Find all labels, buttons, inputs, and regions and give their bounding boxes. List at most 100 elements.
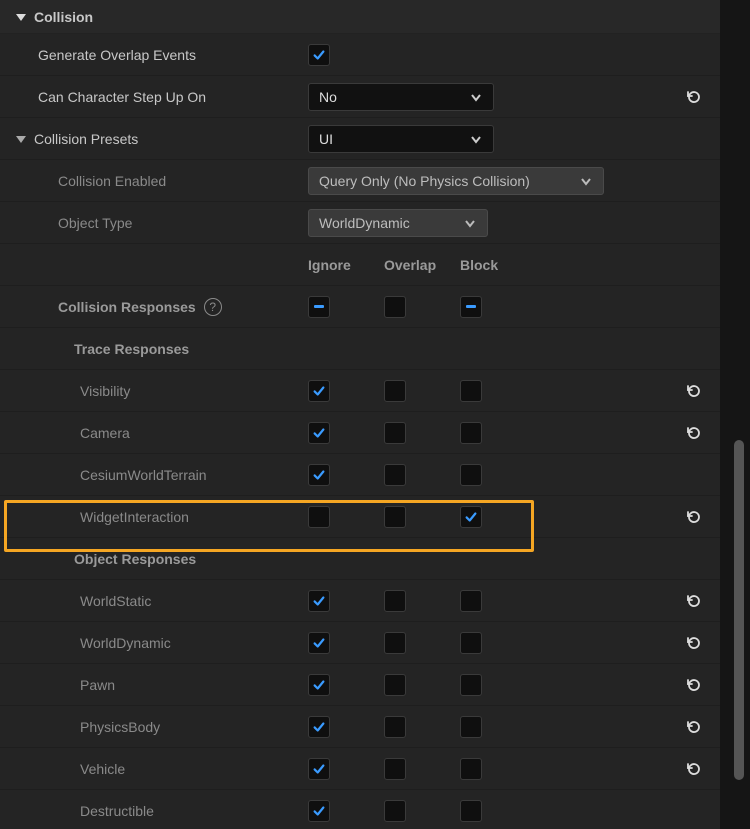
- checkbox-overlap[interactable]: [384, 674, 406, 696]
- col-header-overlap: Overlap: [384, 257, 460, 273]
- checkbox-overlap[interactable]: [384, 422, 406, 444]
- dropdown-object-type[interactable]: WorldDynamic: [308, 209, 488, 237]
- trace-response-label: Visibility: [80, 383, 130, 399]
- object-response-label: Pawn: [80, 677, 115, 693]
- dropdown-value: No: [319, 89, 337, 105]
- checkbox-ignore[interactable]: [308, 758, 330, 780]
- object-response-label: WorldStatic: [80, 593, 151, 609]
- triangle-down-icon: [14, 10, 28, 24]
- checkbox-block-all[interactable]: [460, 296, 482, 318]
- checkbox-block[interactable]: [460, 506, 482, 528]
- reset-button[interactable]: [684, 675, 704, 695]
- object-response-row: Pawn: [0, 664, 720, 706]
- object-response-label: PhysicsBody: [80, 719, 160, 735]
- checkbox-block[interactable]: [460, 464, 482, 486]
- object-response-label: Vehicle: [80, 761, 125, 777]
- checkbox-ignore[interactable]: [308, 590, 330, 612]
- chevron-down-icon: [469, 90, 483, 104]
- object-response-row: WorldDynamic: [0, 622, 720, 664]
- label-collision-responses: Collision Responses: [58, 299, 196, 315]
- object-response-label: WorldDynamic: [80, 635, 171, 651]
- checkbox-ignore-all[interactable]: [308, 296, 330, 318]
- checkbox-block[interactable]: [460, 380, 482, 402]
- section-header-collision[interactable]: Collision: [0, 0, 720, 34]
- checkbox-overlap[interactable]: [384, 800, 406, 822]
- dropdown-value: Query Only (No Physics Collision): [319, 173, 530, 189]
- checkbox-overlap[interactable]: [384, 590, 406, 612]
- checkbox-ignore[interactable]: [308, 674, 330, 696]
- checkbox-ignore[interactable]: [308, 716, 330, 738]
- object-response-row: WorldStatic: [0, 580, 720, 622]
- row-collision-responses: Collision Responses ?: [0, 286, 720, 328]
- checkbox-overlap[interactable]: [384, 380, 406, 402]
- label-collision-presets: Collision Presets: [34, 131, 138, 147]
- label-trace-responses: Trace Responses: [74, 341, 189, 357]
- scrollbar-thumb[interactable]: [734, 440, 744, 780]
- reset-button[interactable]: [684, 759, 704, 779]
- row-generate-overlap-events: Generate Overlap Events: [0, 34, 720, 76]
- checkbox-block[interactable]: [460, 632, 482, 654]
- reset-button-can-step-up[interactable]: [684, 87, 704, 107]
- col-header-ignore: Ignore: [308, 257, 384, 273]
- reset-button[interactable]: [684, 423, 704, 443]
- object-response-row: Destructible: [0, 790, 720, 829]
- object-response-row: Vehicle: [0, 748, 720, 790]
- checkbox-ignore[interactable]: [308, 422, 330, 444]
- object-response-label: Destructible: [80, 803, 154, 819]
- dropdown-value: WorldDynamic: [319, 215, 410, 231]
- row-collision-enabled: Collision Enabled Query Only (No Physics…: [0, 160, 720, 202]
- reset-button[interactable]: [684, 507, 704, 527]
- reset-button[interactable]: [684, 381, 704, 401]
- trace-response-row: WidgetInteraction: [0, 496, 720, 538]
- dropdown-value: UI: [319, 131, 333, 147]
- checkbox-overlap[interactable]: [384, 716, 406, 738]
- reset-button[interactable]: [684, 591, 704, 611]
- col-header-block: Block: [460, 257, 536, 273]
- trace-response-row: CesiumWorldTerrain: [0, 454, 720, 496]
- checkbox-ignore[interactable]: [308, 464, 330, 486]
- trace-response-label: WidgetInteraction: [80, 509, 189, 525]
- label-generate-overlap: Generate Overlap Events: [38, 47, 196, 63]
- label-collision-enabled: Collision Enabled: [58, 173, 166, 189]
- trace-response-label: Camera: [80, 425, 130, 441]
- trace-response-label: CesiumWorldTerrain: [80, 467, 207, 483]
- chevron-down-icon: [469, 132, 483, 146]
- checkbox-ignore[interactable]: [308, 506, 330, 528]
- checkbox-block[interactable]: [460, 422, 482, 444]
- help-icon[interactable]: ?: [204, 298, 222, 316]
- checkbox-overlap-all[interactable]: [384, 296, 406, 318]
- row-object-type: Object Type WorldDynamic: [0, 202, 720, 244]
- row-collision-presets: Collision Presets UI: [0, 118, 720, 160]
- label-object-type: Object Type: [58, 215, 132, 231]
- checkbox-block[interactable]: [460, 716, 482, 738]
- label-can-step-up: Can Character Step Up On: [38, 89, 206, 105]
- checkbox-block[interactable]: [460, 674, 482, 696]
- trace-response-row: Visibility: [0, 370, 720, 412]
- checkbox-overlap[interactable]: [384, 632, 406, 654]
- dropdown-can-step-up[interactable]: No: [308, 83, 494, 111]
- reset-button[interactable]: [684, 717, 704, 737]
- checkbox-ignore[interactable]: [308, 380, 330, 402]
- checkbox-overlap[interactable]: [384, 758, 406, 780]
- chevron-down-icon: [579, 174, 593, 188]
- details-panel: Collision Generate Overlap Events Can Ch…: [0, 0, 720, 829]
- triangle-down-icon[interactable]: [14, 132, 28, 146]
- trace-response-row: Camera: [0, 412, 720, 454]
- row-object-responses-header: Object Responses: [0, 538, 720, 580]
- checkbox-block[interactable]: [460, 800, 482, 822]
- checkbox-block[interactable]: [460, 590, 482, 612]
- reset-button[interactable]: [684, 633, 704, 653]
- checkbox-ignore[interactable]: [308, 632, 330, 654]
- checkbox-overlap[interactable]: [384, 506, 406, 528]
- checkbox-ignore[interactable]: [308, 800, 330, 822]
- chevron-down-icon: [463, 216, 477, 230]
- row-can-character-step-up: Can Character Step Up On No: [0, 76, 720, 118]
- checkbox-generate-overlap[interactable]: [308, 44, 330, 66]
- row-response-headers: Ignore Overlap Block: [0, 244, 720, 286]
- object-response-row: PhysicsBody: [0, 706, 720, 748]
- dropdown-collision-presets[interactable]: UI: [308, 125, 494, 153]
- dropdown-collision-enabled[interactable]: Query Only (No Physics Collision): [308, 167, 604, 195]
- row-trace-responses-header: Trace Responses: [0, 328, 720, 370]
- checkbox-overlap[interactable]: [384, 464, 406, 486]
- checkbox-block[interactable]: [460, 758, 482, 780]
